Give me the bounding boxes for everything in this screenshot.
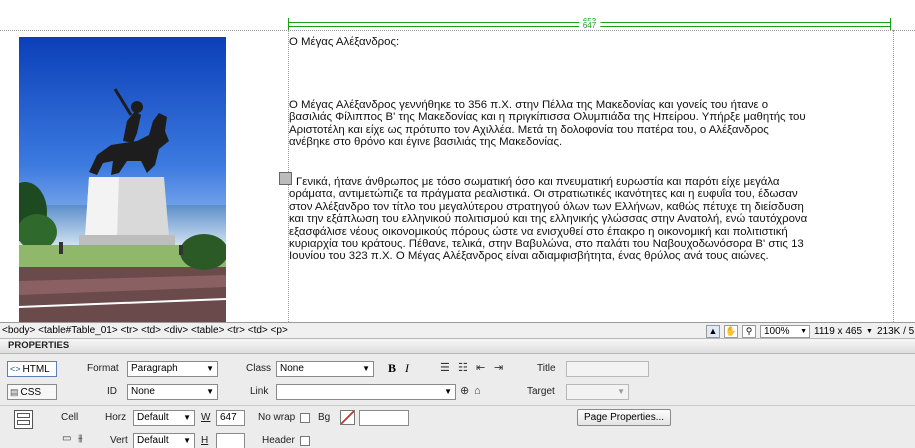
- chevron-down-icon: ▼: [206, 387, 214, 396]
- paragraph-line: Γενικά, ήτανε άνθρωπος με τόσο σωματική …: [296, 176, 780, 188]
- unordered-list-icon[interactable]: ☰: [440, 361, 450, 375]
- ordered-list-icon[interactable]: ☷: [458, 361, 468, 375]
- italic-button[interactable]: I: [405, 361, 409, 376]
- cell-label: Cell: [61, 412, 79, 423]
- bg-color-input[interactable]: [359, 410, 409, 426]
- chevron-down-icon: ▼: [800, 327, 807, 335]
- chevron-down-icon: ▼: [444, 387, 452, 396]
- nowrap-label: No wrap: [258, 412, 296, 423]
- paragraph-line: κυριαρχία του κράτους. Πέθανε, τελικά, σ…: [289, 238, 804, 251]
- statue-photo[interactable]: [19, 37, 226, 322]
- header-label: Header: [262, 435, 295, 446]
- page-properties-button[interactable]: Page Properties...: [577, 409, 672, 426]
- paragraph-line: οράματα, αντιμετώπιζε τα πράγματα ρεαλισ…: [289, 188, 798, 201]
- format-label: Format: [87, 363, 119, 374]
- indent-icon[interactable]: ⇥: [494, 361, 503, 375]
- paragraph-line: Αριστοτέλη και είχε ως πρότυπο τον Αχιλλ…: [289, 123, 769, 136]
- zoom-value: 100%: [764, 325, 790, 337]
- status-tools: ▲ ✋ ⚲ 100% ▼ 1119 x 465 ▼ 213K / 5: [706, 324, 914, 338]
- select-tool-icon[interactable]: ▲: [706, 324, 720, 338]
- width-input[interactable]: 647: [216, 410, 245, 426]
- html-mode-label: HTML: [22, 364, 50, 375]
- chevron-down-icon: ▼: [183, 436, 191, 445]
- article-heading: Ο Μέγας Αλέξανδρος:: [289, 36, 400, 48]
- paragraph-line: Ο Μέγας Αλέξανδρος γεννήθηκε το 356 π.Χ.…: [289, 99, 769, 111]
- bg-color-swatch[interactable]: [340, 410, 355, 425]
- css-mode-button[interactable]: ▤ CSS: [7, 384, 57, 400]
- title-label: Title: [537, 363, 556, 374]
- design-canvas[interactable]: 653 647: [0, 0, 915, 322]
- horz-value: Default: [137, 412, 169, 423]
- id-select[interactable]: None ▼: [127, 384, 218, 400]
- nowrap-checkbox[interactable]: [300, 413, 310, 423]
- target-select[interactable]: ▼: [566, 384, 629, 400]
- html-mode-button[interactable]: <> HTML: [7, 361, 57, 377]
- download-size: 213K / 5: [876, 325, 915, 337]
- properties-panel: PROPERTIES <> HTML Format Paragraph ▼ Clas…: [0, 338, 915, 448]
- zoom-tool-icon[interactable]: ⚲: [742, 324, 756, 338]
- css-icon: ▤: [10, 387, 19, 397]
- tag-path[interactable]: <body> <table#Table_01> <tr> <td> <div> …: [2, 323, 288, 338]
- statue-photo-image: [19, 37, 226, 322]
- cell-guide-right: [893, 30, 894, 322]
- vert-select[interactable]: Default ▼: [133, 433, 195, 448]
- css-mode-label: CSS: [20, 387, 42, 398]
- horz-select[interactable]: Default ▼: [133, 410, 195, 426]
- table-cell-icon: [14, 410, 33, 429]
- panel-divider: [0, 405, 915, 406]
- window-size[interactable]: 1119 x 465: [814, 324, 862, 339]
- merge-cells-icon[interactable]: ▭: [62, 432, 71, 446]
- paragraph-line: στον Αλέξανδρο τον τίτλο του μεγαλύτερου…: [289, 200, 804, 213]
- properties-panel-header[interactable]: PROPERTIES: [0, 339, 915, 354]
- link-input[interactable]: ▼: [276, 384, 456, 400]
- vert-value: Default: [137, 435, 169, 446]
- chevron-down-icon: ▼: [362, 364, 370, 373]
- bold-button[interactable]: B: [388, 361, 396, 376]
- paragraph-line: και την εξάπλωση του ελληνικού πολιτισμο…: [289, 213, 808, 226]
- height-label: H: [201, 435, 209, 446]
- point-to-file-icon[interactable]: ⊕: [460, 384, 469, 398]
- window-size-chevron-icon[interactable]: ▼: [866, 324, 873, 339]
- id-label: ID: [107, 386, 117, 397]
- width-label: W: [201, 412, 211, 423]
- class-label: Class: [246, 363, 272, 374]
- link-label: Link: [250, 386, 269, 397]
- hand-tool-icon[interactable]: ✋: [724, 324, 738, 338]
- chevron-down-icon: ▼: [617, 387, 625, 396]
- invisible-element-marker-icon[interactable]: [279, 172, 292, 185]
- paragraph-birth: Ο Μέγας Αλέξανδρος γεννήθηκε το 356 π.Χ.…: [289, 99, 893, 149]
- html-tag-icon: <>: [10, 364, 21, 374]
- chevron-down-icon: ▼: [183, 413, 191, 422]
- bg-label: Bg: [318, 412, 331, 423]
- paragraph-line: Ιουνίου του 323 π.Χ. Ο Μέγας Αλέξανδρος …: [289, 250, 769, 263]
- zoom-select[interactable]: 100% ▼: [760, 324, 810, 338]
- format-select[interactable]: Paragraph ▼: [127, 361, 218, 377]
- id-value: None: [131, 386, 155, 397]
- split-cell-icon[interactable]: ⫵: [78, 432, 83, 446]
- paragraph-line: εξασφάλισε νέους οικονομικούς πόρους ώστ…: [289, 225, 788, 238]
- class-value: None: [280, 363, 304, 374]
- outdent-icon[interactable]: ⇤: [476, 361, 485, 375]
- format-value: Paragraph: [131, 363, 178, 374]
- title-input[interactable]: [566, 361, 649, 377]
- target-label: Target: [527, 386, 555, 397]
- vert-label: Vert: [110, 435, 128, 446]
- chevron-down-icon: ▼: [206, 364, 214, 373]
- browse-folder-icon[interactable]: ⌂: [474, 384, 481, 398]
- class-select[interactable]: None ▼: [276, 361, 374, 377]
- height-input[interactable]: [216, 433, 245, 448]
- horz-label: Horz: [105, 412, 127, 423]
- paragraph-legacy: Γενικά, ήτανε άνθρωπος με τόσο σωματική …: [289, 176, 893, 263]
- header-checkbox[interactable]: [300, 436, 310, 446]
- paragraph-line: ανέβηκε στο θρόνο και έγινε βασιλιάς της…: [289, 136, 563, 149]
- paragraph-line: βασιλιάς Φίλιππος Β' της Μακεδονίας και …: [289, 111, 806, 124]
- tag-selector-bar: <body> <table#Table_01> <tr> <td> <div> …: [0, 322, 915, 338]
- table-guide-top: [0, 30, 915, 31]
